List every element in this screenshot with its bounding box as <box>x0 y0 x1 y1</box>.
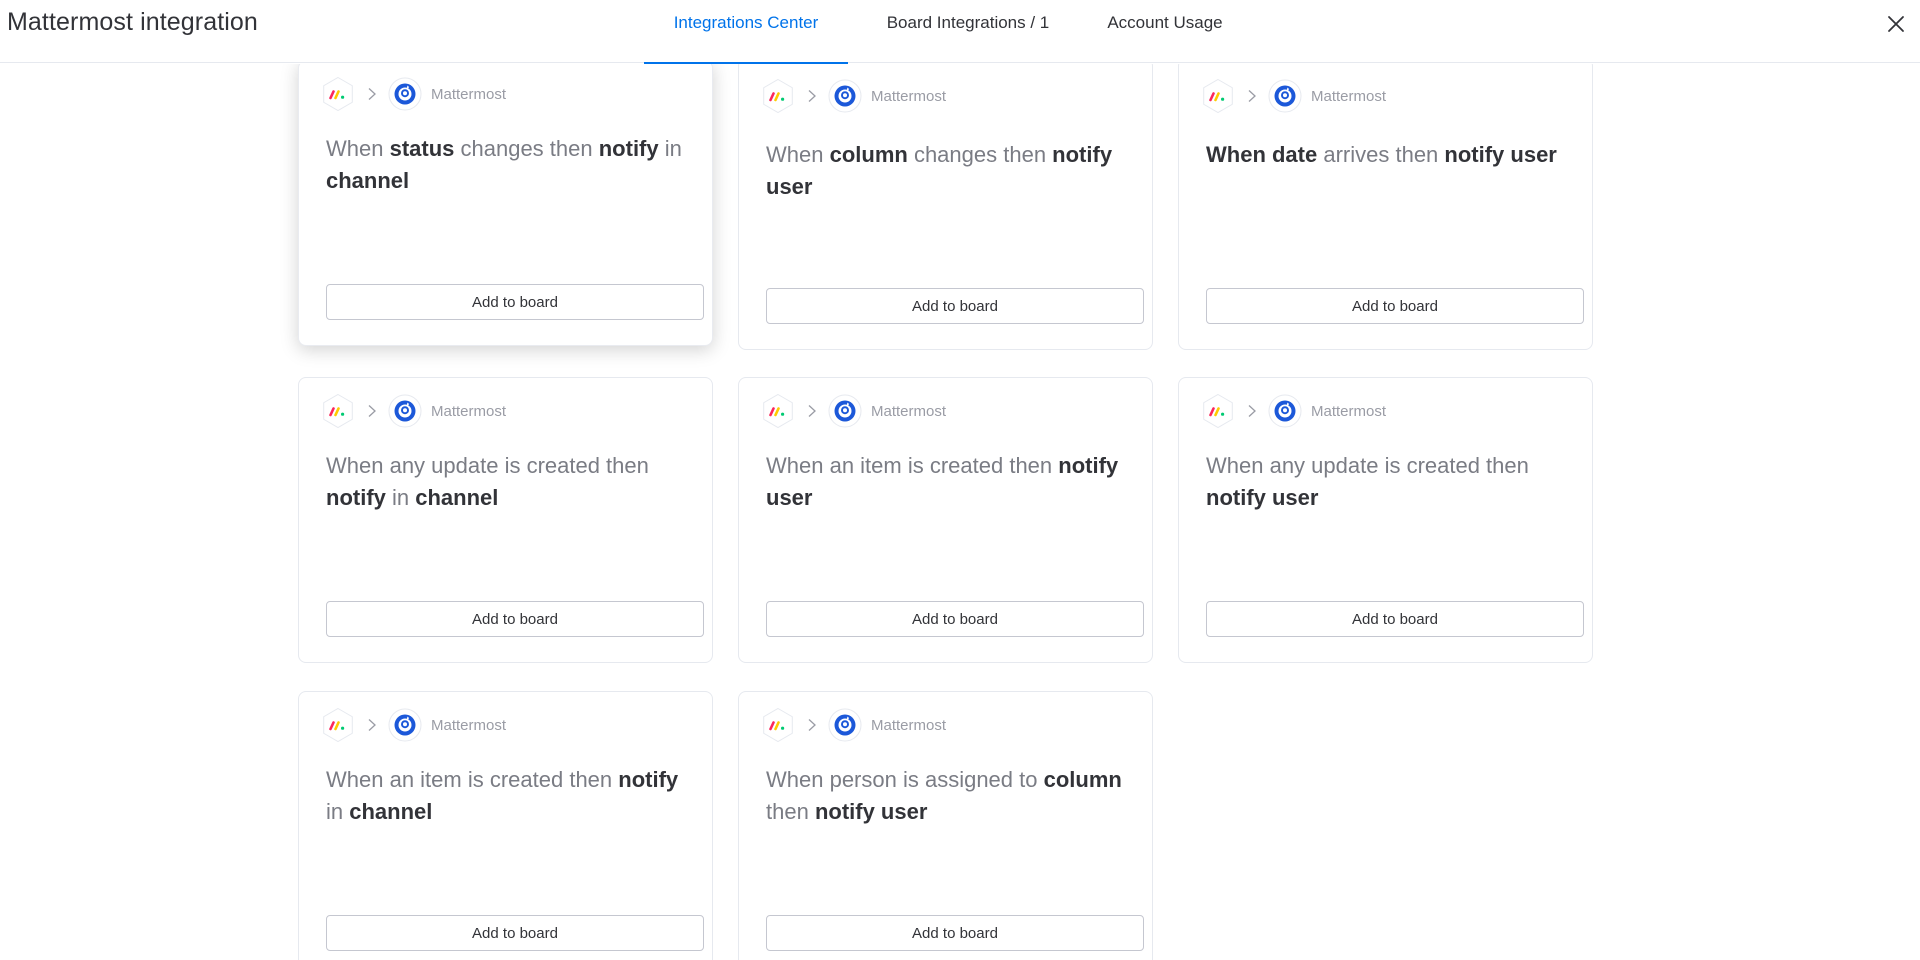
recipe-keyword: column <box>1043 767 1122 792</box>
add-to-board-button[interactable]: Add to board <box>766 288 1144 324</box>
close-icon[interactable] <box>1885 13 1907 35</box>
recipe-text: in <box>326 799 350 824</box>
recipe-text: in <box>658 136 682 161</box>
monday-logo-icon <box>323 707 353 743</box>
tab-board-integrations[interactable]: Board Integrations / 1 <box>848 0 1088 63</box>
provider-name: Mattermost <box>871 402 947 420</box>
add-to-board-button[interactable]: Add to board <box>1206 288 1584 324</box>
card-header: Mattermost <box>1200 78 1386 114</box>
add-to-board-button[interactable]: Add to board <box>1206 601 1584 637</box>
recipe-card-4: Mattermost When any update is created th… <box>298 377 713 663</box>
recipe-keyword: notify user <box>1206 485 1319 510</box>
page-title: Mattermost integration <box>7 8 258 36</box>
recipe-keyword: notify user <box>814 799 928 824</box>
card-header: Mattermost <box>320 393 506 429</box>
add-to-board-button[interactable]: Add to board <box>326 284 704 320</box>
monday-logo-icon <box>323 393 353 429</box>
card-header: Mattermost <box>1200 393 1386 429</box>
card-header: Mattermost <box>320 707 506 743</box>
card-header: Mattermost <box>760 393 946 429</box>
mattermost-logo-icon <box>828 79 862 113</box>
recipe-card-2: Mattermost When column changes then noti… <box>738 64 1153 350</box>
recipe-card-5: Mattermost When an item is created then … <box>738 377 1153 663</box>
provider-name: Mattermost <box>1311 402 1387 420</box>
recipe-keyword: status <box>389 136 455 161</box>
monday-logo-icon <box>1203 393 1233 429</box>
monday-logo-icon <box>763 393 793 429</box>
recipe-keyword: column <box>829 142 908 167</box>
recipe-sentence: When any update is created then notify i… <box>326 450 696 514</box>
card-header: Mattermost <box>760 707 946 743</box>
recipe-sentence: When an item is created then notify in c… <box>326 764 696 828</box>
provider-name: Mattermost <box>431 85 507 103</box>
recipe-text: in <box>385 485 416 510</box>
add-to-board-button[interactable]: Add to board <box>766 915 1144 951</box>
modal-header: Mattermost integration Integrations Cent… <box>0 0 1920 64</box>
recipe-card-6: Mattermost When any update is created th… <box>1178 377 1593 663</box>
mattermost-logo-icon <box>1268 394 1302 428</box>
tab-integrations-center[interactable]: Integrations Center <box>644 0 848 64</box>
add-to-board-button[interactable]: Add to board <box>766 601 1144 637</box>
recipe-sentence: When status changes then notify in chann… <box>326 133 696 197</box>
recipe-card-8: Mattermost When person is assigned to co… <box>738 691 1153 960</box>
recipe-card-3: Mattermost When date arrives then notify… <box>1178 64 1593 350</box>
chevron-right-icon <box>368 88 376 100</box>
mattermost-logo-icon <box>828 394 862 428</box>
card-header: Mattermost <box>760 78 946 114</box>
monday-logo-icon <box>763 707 793 743</box>
recipe-keyword: notify <box>326 485 386 510</box>
monday-logo-icon <box>323 76 353 112</box>
card-header: Mattermost <box>320 76 506 112</box>
recipe-text: When <box>326 136 390 161</box>
mattermost-logo-icon <box>388 394 422 428</box>
recipe-card-7: Mattermost When an item is created then … <box>298 691 713 960</box>
recipe-keyword: notify <box>598 136 659 161</box>
chevron-right-icon <box>368 405 376 417</box>
recipe-keyword: channel <box>415 485 499 510</box>
mattermost-logo-icon <box>388 77 422 111</box>
recipe-keyword: When date <box>1206 142 1318 167</box>
chevron-right-icon <box>808 90 816 102</box>
recipe-sentence: When an item is created then notify user <box>766 450 1136 514</box>
mattermost-logo-icon <box>388 708 422 742</box>
provider-name: Mattermost <box>431 716 507 734</box>
recipe-keyword: notify user <box>1444 142 1557 167</box>
recipe-keyword: notify <box>618 767 679 792</box>
chevron-right-icon <box>1248 90 1256 102</box>
tab-bar: Integrations Center Board Integrations /… <box>644 0 1242 64</box>
tab-account-usage[interactable]: Account Usage <box>1088 0 1242 63</box>
recipe-text: When person is assigned to <box>766 767 1044 792</box>
provider-name: Mattermost <box>871 87 947 105</box>
add-to-board-button[interactable]: Add to board <box>326 915 704 951</box>
recipe-text: changes then <box>454 136 599 161</box>
recipe-text: changes then <box>907 142 1053 167</box>
mattermost-logo-icon <box>828 708 862 742</box>
recipe-text: When any update is created then <box>326 453 649 478</box>
provider-name: Mattermost <box>871 716 947 734</box>
recipe-keyword: channel <box>349 799 433 824</box>
monday-logo-icon <box>763 78 793 114</box>
recipe-text: When any update is created then <box>1206 453 1529 478</box>
chevron-right-icon <box>368 719 376 731</box>
recipe-text: When <box>766 142 830 167</box>
mattermost-logo-icon <box>1268 79 1302 113</box>
recipe-text: When an item is created then <box>766 453 1059 478</box>
recipe-sentence: When column changes then notify user <box>766 139 1136 203</box>
recipe-sentence: When person is assigned to column then n… <box>766 764 1136 828</box>
recipes-grid: Mattermost When status changes then noti… <box>0 64 1920 960</box>
recipe-card-1: Mattermost When status changes then noti… <box>298 64 713 346</box>
provider-name: Mattermost <box>1311 87 1387 105</box>
chevron-right-icon <box>1248 405 1256 417</box>
recipe-text: then <box>766 799 815 824</box>
chevron-right-icon <box>808 405 816 417</box>
recipe-sentence: When date arrives then notify user <box>1206 139 1576 171</box>
add-to-board-button[interactable]: Add to board <box>326 601 704 637</box>
recipe-text: arrives then <box>1317 142 1445 167</box>
recipe-sentence: When any update is created then notify u… <box>1206 450 1576 514</box>
chevron-right-icon <box>808 719 816 731</box>
recipe-keyword: channel <box>326 168 410 193</box>
provider-name: Mattermost <box>431 402 507 420</box>
recipe-text: When an item is created then <box>326 767 619 792</box>
monday-logo-icon <box>1203 78 1233 114</box>
